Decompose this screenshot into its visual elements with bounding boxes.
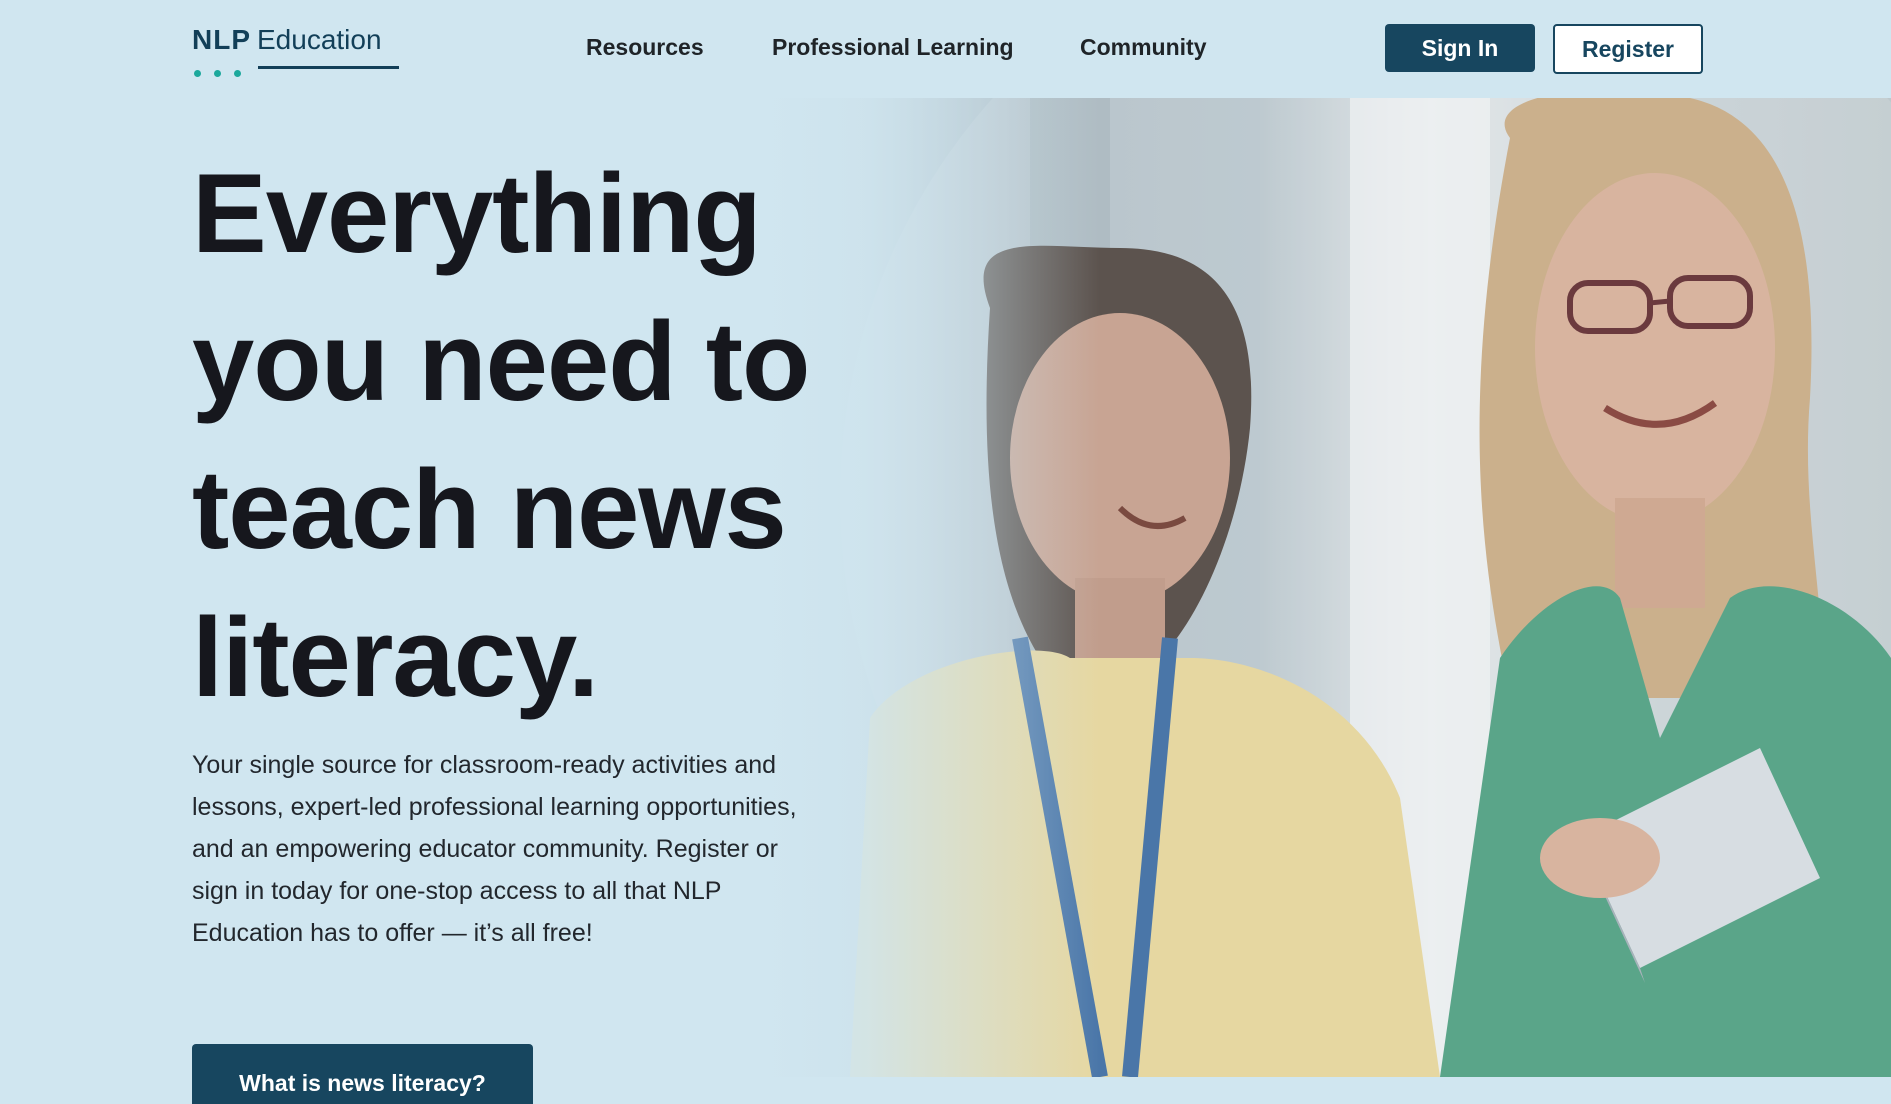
hero-description: Your single source for classroom-ready a… <box>192 751 797 947</box>
what-is-news-literacy-button[interactable]: What is news literacy? <box>192 1044 533 1104</box>
hero-headline: Everything you need to teach news litera… <box>192 151 810 720</box>
logo-brand-word: Education <box>257 24 382 55</box>
nlp-education-logo[interactable]: NLP Education <box>192 24 402 77</box>
logo-underline <box>258 66 399 69</box>
logo-dots <box>194 64 254 82</box>
nav-item-professional-learning[interactable]: Professional Learning <box>772 34 1014 61</box>
register-button[interactable]: Register <box>1553 24 1703 74</box>
logo-brand-short: NLP <box>192 24 251 55</box>
nav-item-community[interactable]: Community <box>1080 34 1207 61</box>
nav-item-resources[interactable]: Resources <box>586 34 704 61</box>
site-header: NLP Education Resources Professional Lea… <box>0 0 1891 98</box>
sign-in-button[interactable]: Sign In <box>1385 24 1535 72</box>
